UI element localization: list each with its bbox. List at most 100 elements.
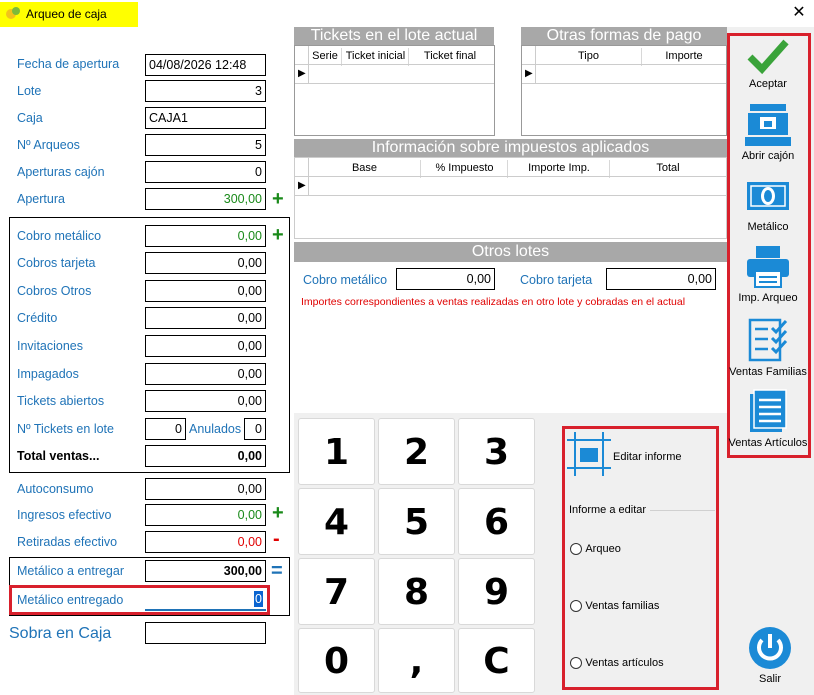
radio-ventas-articulos-label: Ventas artículos <box>585 656 664 669</box>
num-tickets-lote-field[interactable]: 0 <box>145 418 186 440</box>
key-6[interactable]: 6 <box>458 488 535 555</box>
key-comma[interactable]: , <box>378 628 455 693</box>
otros-cobro-metalico-field[interactable]: 0,00 <box>396 268 495 290</box>
tickets-lote-grid[interactable]: Serie Ticket inicial Ticket final ▶ <box>294 45 495 136</box>
impagados-field[interactable]: 0,00 <box>145 363 266 385</box>
ventas-articulos-label: Ventas Artículos <box>728 437 808 449</box>
checklist-icon <box>748 318 788 362</box>
key-4[interactable]: 4 <box>298 488 375 555</box>
editar-informe-label[interactable]: Editar informe <box>613 451 681 463</box>
cobros-otros-field[interactable]: 0,00 <box>145 280 266 302</box>
cobros-tarjeta-field[interactable]: 0,00 <box>145 252 266 274</box>
credito-field[interactable]: 0,00 <box>145 307 266 329</box>
key-2[interactable]: 2 <box>378 418 455 485</box>
label-fecha-apertura: Fecha de apertura <box>17 57 120 71</box>
aceptar-label: Aceptar <box>749 78 787 90</box>
num-arqueos-field[interactable]: 5 <box>145 134 266 156</box>
invitaciones-field[interactable]: 0,00 <box>145 335 266 357</box>
label-cobro-metalico: Cobro metálico <box>17 229 102 243</box>
tickets-lote-header: Tickets en el lote actual <box>294 27 494 45</box>
fecha-apertura-field[interactable]: 04/08/2026 12:48 <box>145 54 266 76</box>
label-otros-cobro-tarjeta: Cobro tarjeta <box>520 273 593 287</box>
label-total-ventas: Total ventas... <box>17 449 100 463</box>
radio-ventas-familias[interactable]: Ventas familias <box>570 598 659 612</box>
aceptar-button[interactable]: Aceptar <box>728 37 808 95</box>
document-list-icon <box>750 389 787 432</box>
radio-ventas-articulos[interactable]: Ventas artículos <box>570 655 664 669</box>
otros-cobro-tarjeta-field[interactable]: 0,00 <box>606 268 716 290</box>
plus-sign-cobro: + <box>272 224 284 246</box>
key-7[interactable]: 7 <box>298 558 375 625</box>
salir-button[interactable]: Salir <box>730 626 810 690</box>
label-autoconsumo: Autoconsumo <box>17 482 94 496</box>
impuestos-header: Información sobre impuestos aplicados <box>294 139 727 157</box>
ventas-familias-button[interactable]: Ventas Familias <box>728 317 808 379</box>
radio-arqueo-circle[interactable] <box>570 542 582 555</box>
key-clear[interactable]: C <box>458 628 535 693</box>
anulados-field[interactable]: 0 <box>244 418 266 440</box>
key-0[interactable]: 0 <box>298 628 375 693</box>
otros-lotes-header: Otros lotes <box>294 242 727 262</box>
label-sobra-caja: Sobra en Caja <box>9 625 112 642</box>
aperturas-cajon-field[interactable]: 0 <box>145 161 266 183</box>
metalico-entregado-input[interactable]: 0 <box>145 589 266 611</box>
close-icon[interactable]: ✕ <box>789 3 809 23</box>
informe-group-label: Informe a editar <box>569 504 647 516</box>
retiradas-efectivo-field[interactable]: 0,00 <box>145 531 266 553</box>
caja-field[interactable]: CAJA1 <box>145 107 266 129</box>
equals-sign: = <box>271 560 283 582</box>
label-impagados: Impagados <box>17 367 79 381</box>
label-credito: Crédito <box>17 311 58 325</box>
label-apertura: Apertura <box>17 192 65 206</box>
editar-informe-icon[interactable] <box>567 432 611 476</box>
cash-drawer-icon <box>745 104 791 146</box>
metalico-entregar-field[interactable]: 300,00 <box>145 560 266 582</box>
metalico-label: Metálico <box>747 221 789 233</box>
radio-ventas-familias-label: Ventas familias <box>585 599 660 612</box>
key-3[interactable]: 3 <box>458 418 535 485</box>
plus-sign-ingresos: + <box>272 502 284 524</box>
label-num-arqueos: Nº Arqueos <box>17 138 80 152</box>
metalico-button[interactable]: Metálico <box>728 180 808 236</box>
radio-arqueo[interactable]: Arqueo <box>570 541 621 555</box>
key-9[interactable]: 9 <box>458 558 535 625</box>
key-1[interactable]: 1 <box>298 418 375 485</box>
window-title: Arqueo de caja <box>26 7 107 21</box>
imp-arqueo-button[interactable]: Imp. Arqueo <box>728 245 808 307</box>
apertura-field[interactable]: 300,00 <box>145 188 266 210</box>
printer-icon <box>747 246 789 288</box>
ingresos-efectivo-field[interactable]: 0,00 <box>145 504 266 526</box>
key-5[interactable]: 5 <box>378 488 455 555</box>
salir-label: Salir <box>758 673 781 685</box>
ventas-articulos-button[interactable]: Ventas Artículos <box>728 388 808 452</box>
row-pointer-icon: ▶ <box>525 68 533 79</box>
checkmark-icon <box>747 39 789 75</box>
label-num-tickets-lote: Nº Tickets en lote <box>17 422 114 436</box>
label-cobros-otros: Cobros Otros <box>17 284 92 298</box>
sobra-caja-field[interactable] <box>145 622 266 644</box>
radio-ventas-articulos-circle[interactable] <box>570 656 582 669</box>
label-anulados: Anulados <box>189 422 242 436</box>
imp-arqueo-label: Imp. Arqueo <box>738 292 798 304</box>
row-pointer-icon: ▶ <box>298 180 306 191</box>
tickets-abiertos-field[interactable]: 0,00 <box>145 390 266 412</box>
plus-sign-apertura: + <box>272 188 284 210</box>
total-ventas-field[interactable]: 0,00 <box>145 445 266 467</box>
otros-lotes-note: Importes correspondientes a ventas reali… <box>301 296 686 308</box>
label-caja: Caja <box>17 111 43 125</box>
label-metalico-entregar: Metálico a entregar <box>17 564 125 578</box>
ventas-familias-label: Ventas Familias <box>729 366 807 378</box>
cobro-metalico-field[interactable]: 0,00 <box>145 225 266 247</box>
radio-arqueo-label: Arqueo <box>585 542 621 555</box>
power-icon <box>749 627 791 669</box>
abrir-cajon-button[interactable]: Abrir cajón <box>728 103 808 165</box>
otras-formas-grid[interactable]: Tipo Importe ▶ <box>521 45 727 136</box>
autoconsumo-field[interactable]: 0,00 <box>145 478 266 500</box>
banknote-icon <box>747 182 789 210</box>
key-8[interactable]: 8 <box>378 558 455 625</box>
label-otros-cobro-metalico: Cobro metálico <box>303 273 388 287</box>
lote-field[interactable]: 3 <box>145 80 266 102</box>
label-retiradas-efectivo: Retiradas efectivo <box>17 535 118 549</box>
radio-ventas-familias-circle[interactable] <box>570 599 582 612</box>
impuestos-grid[interactable]: Base % Impuesto Importe Imp. Total ▶ <box>294 157 727 239</box>
